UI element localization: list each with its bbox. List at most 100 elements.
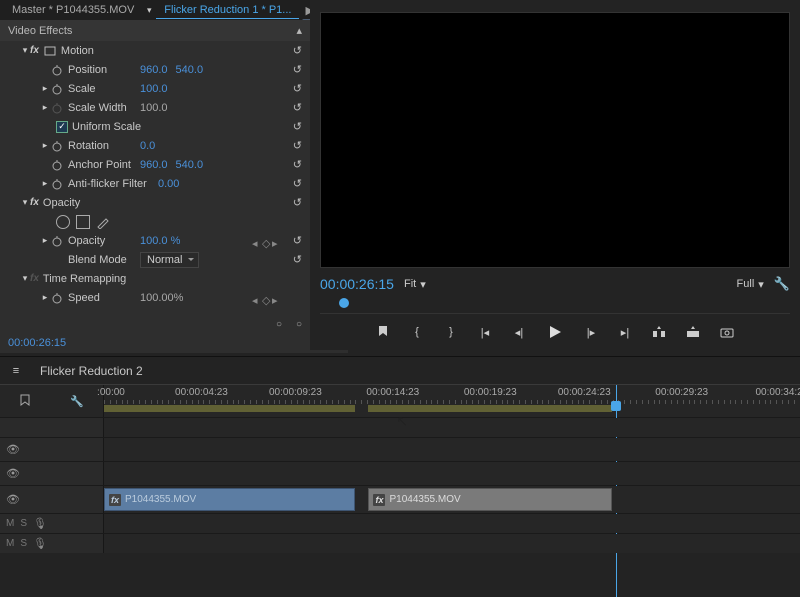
stopwatch-icon[interactable] <box>50 292 64 304</box>
wrench-icon[interactable]: 🔧 <box>70 395 84 408</box>
fx-badge-icon[interactable]: fx <box>30 197 39 208</box>
effects-playhead-tc[interactable]: 00:00:26:15 <box>8 337 66 349</box>
ruler-tc: 00:00:19:23 <box>464 387 517 398</box>
mask-pen-icon[interactable] <box>96 215 110 229</box>
blend-mode-select[interactable]: Normal <box>140 252 199 268</box>
eye-icon[interactable]: 👁 <box>6 467 20 480</box>
mute-button[interactable]: M <box>6 518 14 529</box>
reset-anchor-icon[interactable]: ↺ <box>293 158 302 171</box>
track-a1[interactable]: M S 🎙 <box>0 513 800 533</box>
wrench-icon[interactable]: 🔧 <box>774 276 790 292</box>
reset-motion-icon[interactable]: ↺ <box>293 44 302 57</box>
mic-icon[interactable]: 🎙 <box>33 517 47 530</box>
extract-button[interactable] <box>685 324 701 340</box>
opacity-value[interactable]: 100.0 % <box>140 235 180 247</box>
twirl-time-remapping[interactable]: ▾ <box>20 273 30 284</box>
reset-scale-width-icon[interactable]: ↺ <box>293 101 302 114</box>
stopwatch-icon[interactable] <box>50 159 64 171</box>
stopwatch-icon[interactable] <box>50 64 64 76</box>
video-clip[interactable]: fx P1044355.MOV <box>368 488 612 511</box>
marker-button[interactable] <box>375 324 391 340</box>
antiflicker-value[interactable]: 0.00 <box>158 178 179 190</box>
eye-icon[interactable]: 👁 <box>6 493 20 506</box>
sequence-title[interactable]: Flicker Reduction 2 <box>32 364 143 378</box>
snap-icon[interactable] <box>19 394 31 408</box>
tab-master[interactable]: Master * P1044355.MOV <box>4 2 142 18</box>
speed-value[interactable]: 100.00% <box>140 292 183 304</box>
mute-button[interactable]: M <box>6 538 14 549</box>
keyframe-nav[interactable]: ◂◇▸ <box>252 237 280 245</box>
reset-blend-icon[interactable]: ↺ <box>293 253 302 266</box>
track-a2[interactable]: M S 🎙 <box>0 533 800 553</box>
zoom-select[interactable]: Fit▾ <box>404 278 426 291</box>
keyframe-nav-speed[interactable]: ◂◇▸ <box>252 294 280 302</box>
twirl-opacity-prop[interactable]: ▸ <box>40 235 50 246</box>
twirl-speed[interactable]: ▸ <box>40 292 50 303</box>
quality-select[interactable]: Full▾ <box>737 278 764 291</box>
go-to-out-button[interactable]: ▸| <box>617 324 633 340</box>
marker-icon[interactable]: ○ <box>296 319 302 330</box>
fx-badge-icon[interactable]: fx <box>30 45 39 56</box>
export-frame-button[interactable] <box>719 324 735 340</box>
anchor-y[interactable]: 540.0 <box>176 159 204 171</box>
position-x[interactable]: 960.0 <box>140 64 168 76</box>
track-v1-clip[interactable]: 👁 fx P1044355.MOV fx P1044355.MOV <box>0 485 800 513</box>
blend-mode-label: Blend Mode <box>68 254 140 266</box>
reset-scale-icon[interactable]: ↺ <box>293 82 302 95</box>
rotation-value[interactable]: 0.0 <box>140 140 155 152</box>
program-timecode[interactable]: 00:00:26:15 <box>320 276 394 292</box>
mask-rect-icon[interactable] <box>76 215 90 229</box>
marker-icon[interactable]: ○ <box>276 319 282 330</box>
stopwatch-icon[interactable] <box>50 83 64 95</box>
mark-in-button[interactable]: { <box>409 324 425 340</box>
reset-rotation-icon[interactable]: ↺ <box>293 139 302 152</box>
cursor-icon: ↖ <box>396 413 408 430</box>
uniform-scale-checkbox[interactable]: ✓ <box>56 121 68 133</box>
twirl-antiflicker[interactable]: ▸ <box>40 178 50 189</box>
twirl-scale-width[interactable]: ▸ <box>40 102 50 113</box>
anchor-x[interactable]: 960.0 <box>140 159 168 171</box>
play-button[interactable] <box>545 322 565 342</box>
twirl-scale[interactable]: ▸ <box>40 83 50 94</box>
twirl-motion[interactable]: ▾ <box>20 45 30 56</box>
effects-header-label: Video Effects <box>8 25 72 37</box>
solo-button[interactable]: S <box>20 518 27 529</box>
reset-opacity-group-icon[interactable]: ↺ <box>293 196 302 209</box>
video-clip[interactable]: fx P1044355.MOV <box>104 488 355 511</box>
timeline-ruler[interactable]: :00:00 00:00:04:23 00:00:09:23 00:00:14:… <box>104 385 800 417</box>
reset-uniform-icon[interactable]: ↺ <box>293 120 302 133</box>
tab-flicker-reduction[interactable]: Flicker Reduction 1 * P1... <box>156 2 299 19</box>
tab-dropdown[interactable]: ▾ <box>144 5 154 16</box>
reset-opacity-icon[interactable]: ↺ <box>293 234 302 247</box>
panel-menu-icon[interactable]: ▴ <box>296 24 302 37</box>
stopwatch-icon[interactable] <box>50 178 64 190</box>
clip-label: P1044355.MOV <box>389 494 460 505</box>
twirl-opacity[interactable]: ▾ <box>20 197 30 208</box>
position-label: Position <box>68 64 140 76</box>
eye-icon[interactable]: 👁 <box>6 443 20 456</box>
scale-value[interactable]: 100.0 <box>140 83 168 95</box>
fx-badge-icon[interactable]: fx <box>30 273 39 284</box>
step-back-button[interactable]: ◂| <box>511 324 527 340</box>
motion-rect-icon[interactable] <box>43 46 57 56</box>
uniform-scale-label: Uniform Scale <box>72 121 144 133</box>
video-preview[interactable] <box>320 12 790 268</box>
mic-icon[interactable]: 🎙 <box>33 537 47 550</box>
position-y[interactable]: 540.0 <box>176 64 204 76</box>
track-v2[interactable]: 👁 <box>0 437 800 461</box>
timeline-menu-icon[interactable]: ≡ <box>0 365 32 377</box>
antiflicker-label: Anti-flicker Filter <box>68 178 158 190</box>
mask-ellipse-icon[interactable] <box>56 215 70 229</box>
solo-button[interactable]: S <box>20 538 27 549</box>
preview-ruler[interactable] <box>320 296 790 314</box>
track-v1[interactable]: 👁 <box>0 461 800 485</box>
lift-button[interactable] <box>651 324 667 340</box>
stopwatch-icon[interactable] <box>50 235 64 247</box>
reset-antiflicker-icon[interactable]: ↺ <box>293 177 302 190</box>
go-to-in-button[interactable]: |◂ <box>477 324 493 340</box>
mark-out-button[interactable]: } <box>443 324 459 340</box>
reset-position-icon[interactable]: ↺ <box>293 63 302 76</box>
twirl-rotation[interactable]: ▸ <box>40 140 50 151</box>
step-forward-button[interactable]: |▸ <box>583 324 599 340</box>
stopwatch-icon[interactable] <box>50 140 64 152</box>
